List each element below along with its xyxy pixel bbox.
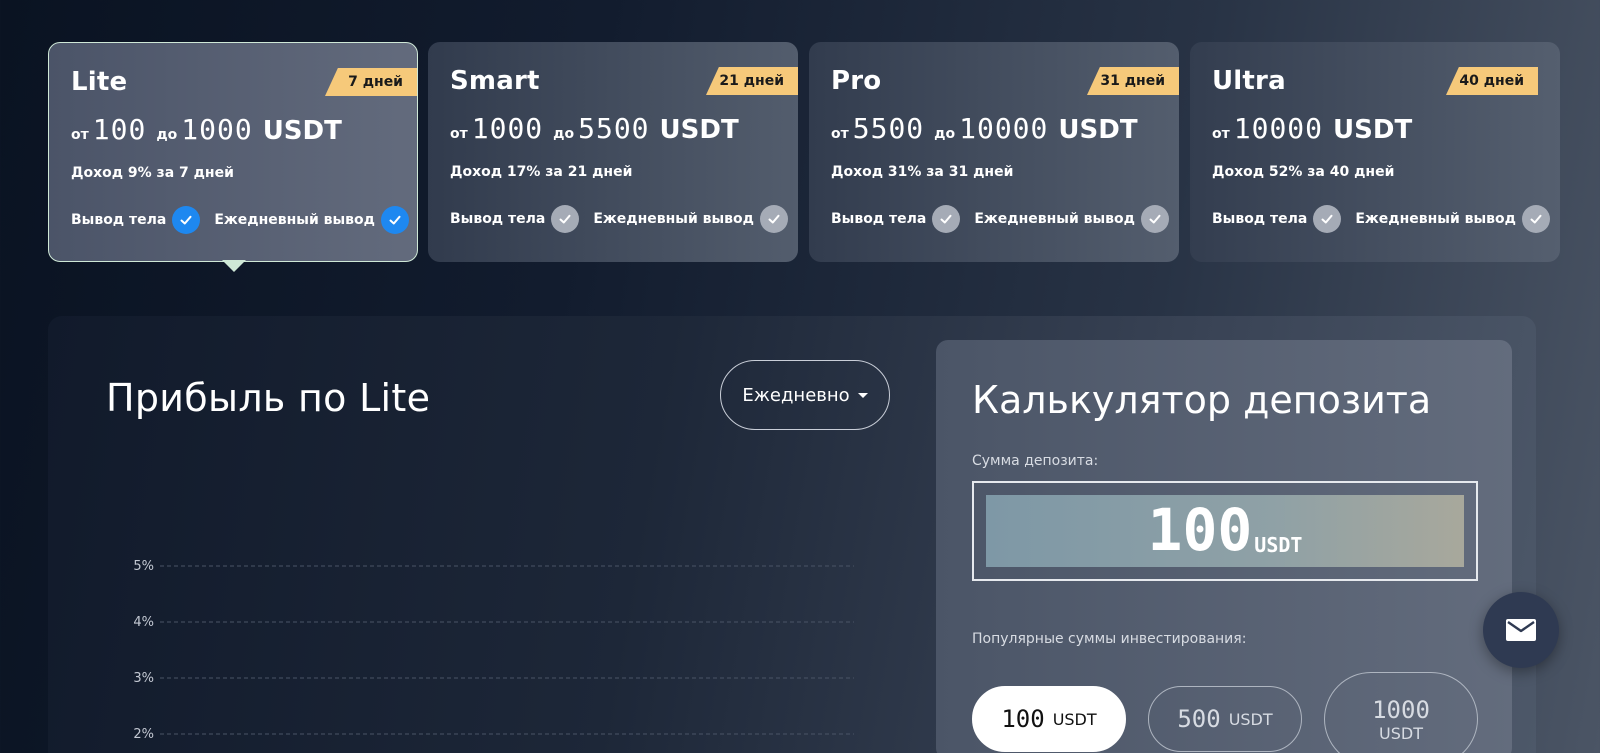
range-currency: USDT [659, 115, 739, 145]
chip-value: 1000 [1372, 695, 1430, 724]
profit-panel: Прибыль по Lite Ежедневно 5% 4% 3% 2% Кальк… [48, 316, 1536, 753]
chip-value: 500 [1177, 705, 1221, 733]
plan-range: от 10000 USDT [1212, 112, 1412, 145]
plan-card-pro[interactable]: Pro 31 дней от 5500 до 10000 USDT Доход … [809, 42, 1179, 262]
range-from-prefix: от [831, 126, 849, 142]
plan-range: от 5500 до 10000 USDT [831, 112, 1138, 145]
plan-card-lite[interactable]: Lite 7 дней от 100 до 1000 USDT Доход 9%… [48, 42, 418, 262]
amount-value: 100 [1147, 496, 1253, 564]
range-currency: USDT [1058, 115, 1138, 145]
plan-duration-badge: 7 дней [325, 68, 417, 96]
profit-chart-svg: 5% 4% 3% 2% [133, 559, 854, 742]
popular-amounts-label: Популярные суммы инвестирования: [972, 631, 1247, 647]
plan-duration-badge: 21 дней [706, 67, 798, 95]
y-tick-label: 3% [133, 671, 154, 686]
feature-label: Ежедневный вывод [593, 211, 754, 227]
check-icon [380, 206, 409, 234]
y-tick-label: 5% [133, 559, 154, 574]
feature-withdraw-body: Вывод тела [1212, 205, 1342, 233]
feature-label: Вывод тела [1212, 211, 1308, 227]
plan-income: Доход 17% за 21 дней [450, 164, 633, 180]
plan-range: от 100 до 1000 USDT [71, 113, 342, 146]
range-from-prefix: от [450, 126, 468, 142]
feature-daily-withdraw: Ежедневный вывод [593, 205, 788, 233]
range-from-prefix: от [1212, 126, 1230, 142]
feature-label: Ежедневный вывод [1355, 211, 1516, 227]
amount-display: 100 USDT [986, 495, 1464, 567]
amount-chip-1000[interactable]: 1000 USDT [1324, 672, 1478, 753]
plan-features: Вывод тела Ежедневный вывод [450, 205, 802, 233]
period-dropdown[interactable]: Ежедневно [720, 360, 890, 430]
amount-label: Сумма депозита: [972, 453, 1099, 469]
check-icon [1521, 205, 1550, 233]
check-icon [1140, 205, 1169, 233]
range-currency: USDT [262, 116, 342, 146]
plan-features: Вывод тела Ежедневный вывод [1212, 205, 1564, 233]
amount-currency: USDT [1254, 533, 1303, 557]
caret-down-icon [857, 392, 868, 398]
plan-features: Вывод тела Ежедневный вывод [71, 206, 423, 234]
deposit-calculator: Калькулятор депозита Сумма депозита: 100… [936, 340, 1512, 753]
plan-income: Доход 52% за 40 дней [1212, 164, 1395, 180]
check-icon [172, 206, 201, 234]
feature-daily-withdraw: Ежедневный вывод [214, 206, 409, 234]
check-icon [932, 205, 961, 233]
plan-name: Smart [450, 66, 540, 96]
feature-withdraw-body: Вывод тела [71, 206, 201, 234]
chip-currency: USDT [1052, 709, 1097, 729]
plan-features: Вывод тела Ежедневный вывод [831, 205, 1183, 233]
amount-chip-100[interactable]: 100 USDT [972, 686, 1126, 752]
range-from: 100 [92, 113, 147, 146]
amount-chip-500[interactable]: 500 USDT [1148, 686, 1302, 752]
plan-name: Ultra [1212, 66, 1286, 96]
plan-duration-badge: 31 дней [1087, 67, 1179, 95]
plan-income: Доход 9% за 7 дней [71, 165, 234, 181]
range-from: 5500 [852, 112, 925, 145]
check-icon [1313, 205, 1342, 233]
chip-currency: USDT [1379, 723, 1423, 743]
chip-currency: USDT [1228, 709, 1273, 729]
range-to: 1000 [181, 113, 253, 146]
range-to-prefix: до [934, 126, 956, 142]
feature-label: Вывод тела [831, 211, 927, 227]
feature-label: Вывод тела [450, 211, 546, 227]
y-tick-label: 4% [133, 615, 154, 630]
feature-label: Ежедневный вывод [214, 212, 375, 228]
plan-duration-badge: 40 дней [1446, 67, 1538, 95]
plan-name: Pro [831, 66, 882, 96]
plan-card-ultra[interactable]: Ultra 40 дней от 10000 USDT Доход 52% за… [1190, 42, 1560, 262]
chip-value: 100 [1001, 705, 1045, 733]
plan-range: от 1000 до 5500 USDT [450, 112, 739, 145]
range-from: 1000 [471, 112, 544, 145]
range-to-prefix: до [156, 127, 178, 143]
check-icon [551, 205, 580, 233]
active-card-pointer [222, 260, 246, 272]
y-tick-label: 2% [133, 727, 154, 742]
calculator-title: Калькулятор депозита [972, 378, 1432, 422]
feature-daily-withdraw: Ежедневный вывод [974, 205, 1169, 233]
plan-card-smart[interactable]: Smart 21 дней от 1000 до 5500 USDT Доход… [428, 42, 798, 262]
profit-title: Прибыль по Lite [106, 376, 431, 420]
mail-icon [1506, 619, 1536, 641]
period-dropdown-value: Ежедневно [742, 384, 850, 406]
plan-name: Lite [71, 67, 128, 97]
feature-withdraw-body: Вывод тела [831, 205, 961, 233]
plan-cards: Lite 7 дней от 100 до 1000 USDT Доход 9%… [48, 42, 1568, 277]
feature-daily-withdraw: Ежедневный вывод [1355, 205, 1550, 233]
feature-label: Ежедневный вывод [974, 211, 1135, 227]
feature-label: Вывод тела [71, 212, 167, 228]
check-icon [759, 205, 788, 233]
range-from: 10000 [1233, 112, 1324, 145]
plan-income: Доход 31% за 31 дней [831, 164, 1014, 180]
range-to: 10000 [959, 112, 1049, 145]
range-to-prefix: до [553, 126, 575, 142]
range-currency: USDT [1333, 115, 1413, 145]
amount-input[interactable]: 100 USDT [972, 481, 1478, 581]
range-from-prefix: от [71, 127, 89, 143]
range-to: 5500 [578, 112, 650, 145]
mail-button[interactable] [1483, 592, 1559, 668]
profit-chart: 5% 4% 3% 2% [108, 546, 868, 746]
feature-withdraw-body: Вывод тела [450, 205, 580, 233]
